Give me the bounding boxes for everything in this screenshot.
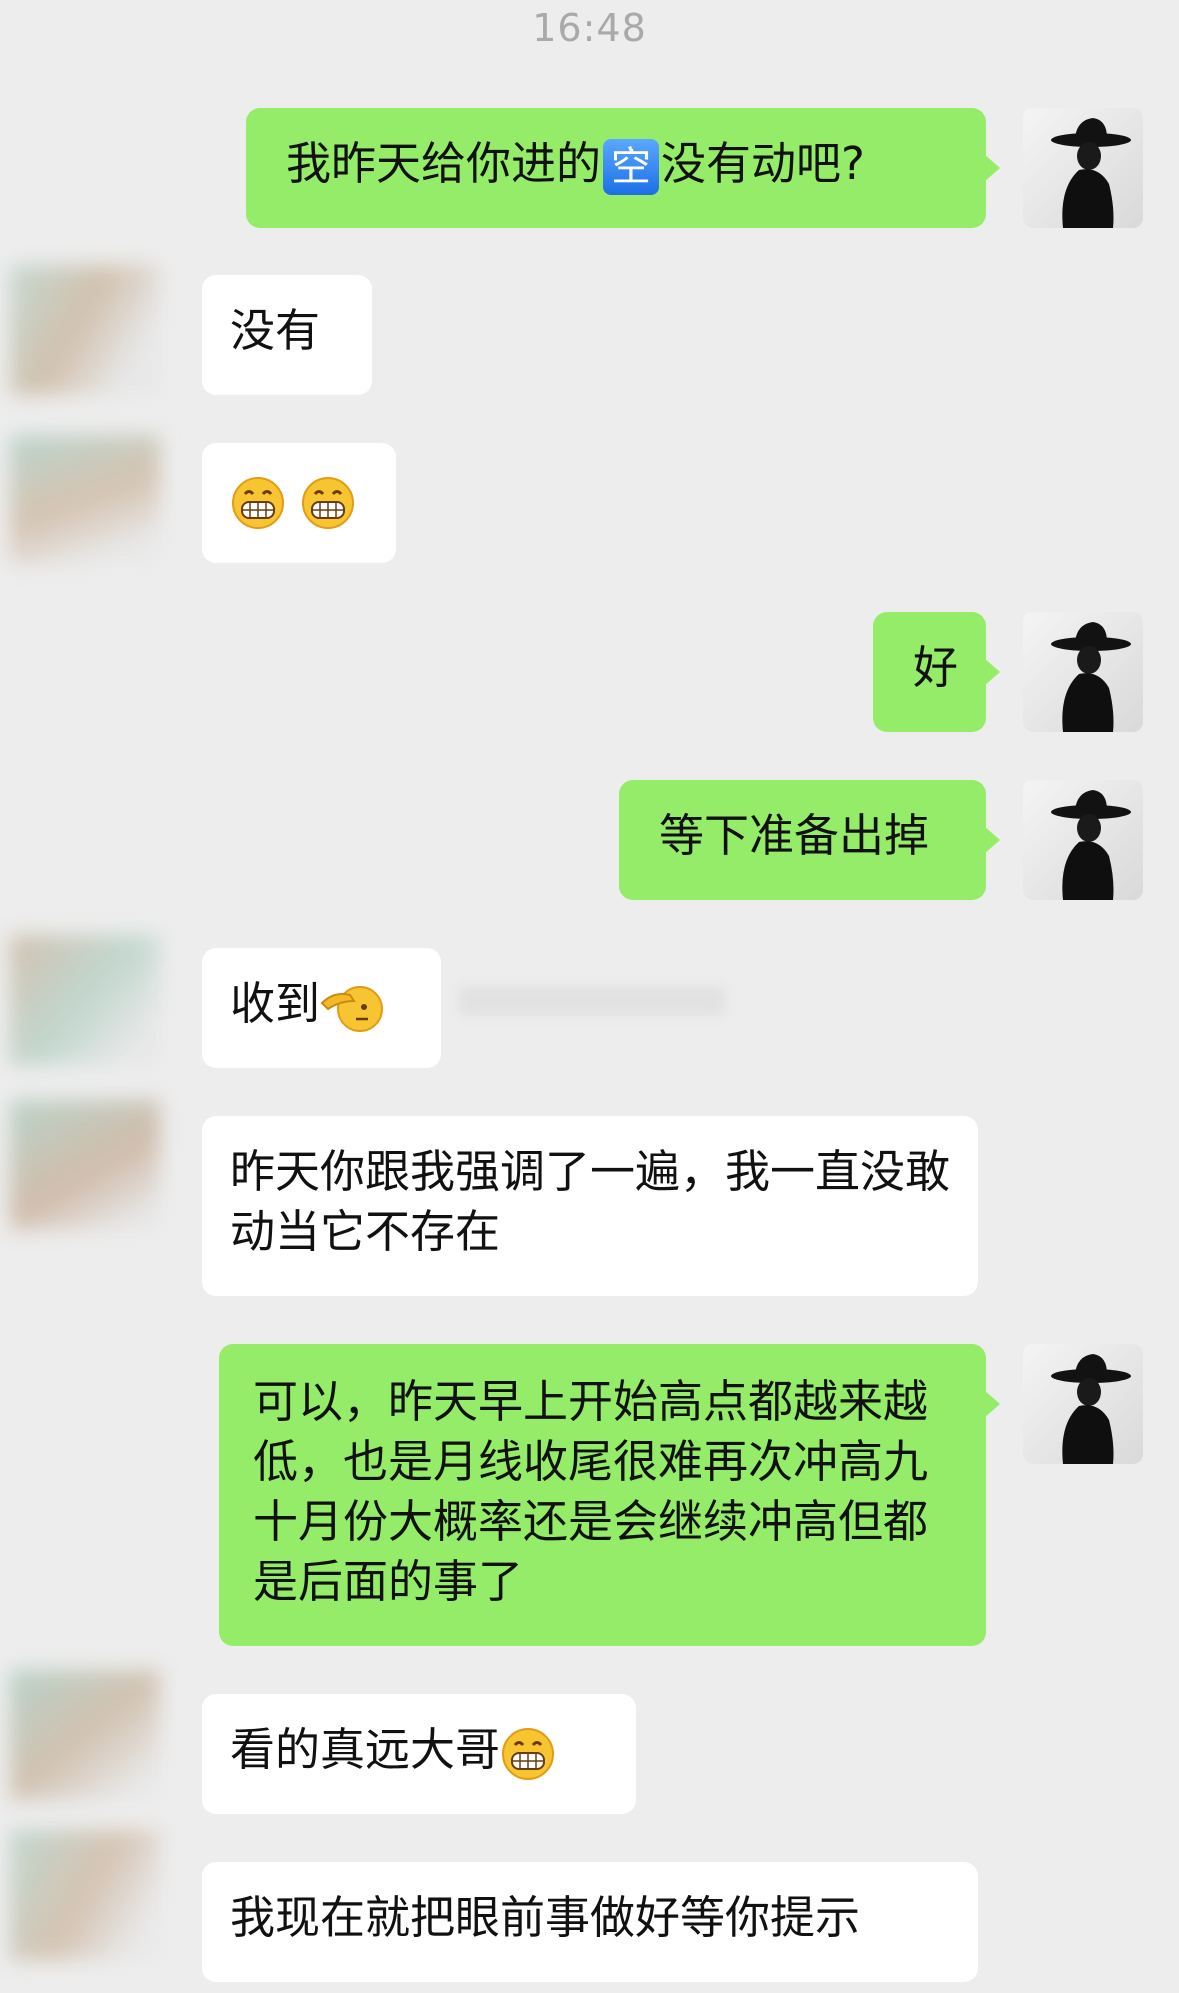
incoming-message-bubble[interactable]: 我现在就把眼前事做好等你提示 [202, 1862, 978, 1982]
incoming-message-bubble[interactable]: 没有 [202, 275, 372, 395]
message-text: 昨天你跟我强调了一遍，我一直没敢动当它不存在 [230, 1145, 951, 1258]
message-timestamp: 16:48 [532, 6, 647, 50]
message-text: 没有动吧? [661, 137, 865, 190]
grinning-face-icon [232, 477, 284, 529]
blurred-region [458, 986, 726, 1016]
message-text: 我昨天给你进的 [286, 137, 602, 190]
message-text: 看的真远大哥 [230, 1723, 501, 1776]
blurred-avatar [10, 265, 160, 395]
message-text: 我现在就把眼前事做好等你提示 [230, 1891, 861, 1944]
incoming-message-bubble[interactable]: 看的真远大哥 [202, 1694, 636, 1814]
hat-figure-icon[interactable] [1023, 108, 1143, 228]
saluting-face-icon [320, 986, 384, 1032]
blurred-avatar [10, 1100, 160, 1230]
kong-badge-icon: 空 [603, 139, 660, 195]
outgoing-message-bubble[interactable]: 可以，昨天早上开始高点都越来越低，也是月线收尾很难再次冲高九十月份大概率还是会继… [219, 1344, 1000, 1646]
incoming-message-bubble[interactable]: 昨天你跟我强调了一遍，我一直没敢动当它不存在 [202, 1116, 978, 1296]
message-text: 可以，昨天早上开始高点都越来越低，也是月线收尾很难再次冲高九十月份大概率还是会继… [253, 1375, 929, 1608]
blurred-avatar [10, 935, 160, 1065]
hat-figure-icon[interactable] [1023, 1344, 1143, 1464]
hat-figure-icon[interactable] [1023, 780, 1143, 900]
blurred-avatar [10, 1670, 160, 1800]
outgoing-message-bubble[interactable]: 等下准备出掉 [619, 780, 1000, 900]
grinning-face-icon [502, 1728, 555, 1780]
hat-figure-icon[interactable] [1023, 612, 1143, 732]
outgoing-message-bubble[interactable]: 好 [873, 612, 1000, 732]
incoming-message-bubble[interactable]: 收到 [202, 948, 441, 1068]
message-text: 没有 [230, 304, 321, 357]
message-text: 好 [913, 641, 959, 694]
blurred-avatar [10, 1830, 160, 1960]
grinning-face-icon [302, 477, 355, 529]
message-text: 等下准备出掉 [659, 809, 930, 862]
message-text: 收到 [230, 977, 321, 1030]
incoming-message-bubble[interactable] [202, 443, 396, 563]
outgoing-message-bubble[interactable]: 我昨天给你进的空没有动吧? [246, 108, 1000, 228]
blurred-avatar [10, 435, 160, 565]
